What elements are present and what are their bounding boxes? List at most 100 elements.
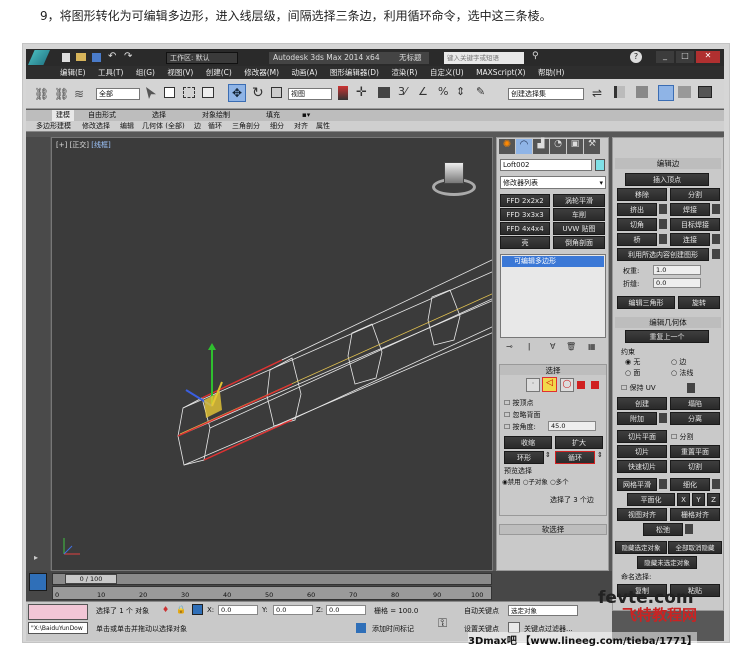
layer-icon[interactable] bbox=[636, 86, 648, 98]
hierarchy-tab-icon[interactable]: ▟ bbox=[533, 139, 549, 154]
search-input[interactable]: 键入关键字或短语 bbox=[444, 52, 524, 64]
preserve-uv-settings-icon[interactable] bbox=[687, 383, 695, 393]
hide-selected-button[interactable]: 隐藏选定对象 bbox=[615, 541, 667, 554]
split-button[interactable]: 分割 bbox=[670, 188, 720, 201]
isolate-icon[interactable]: ♦ bbox=[162, 605, 169, 614]
connect-button[interactable]: 连接 bbox=[670, 233, 710, 246]
configure-sets-icon[interactable]: ▦ bbox=[588, 342, 596, 351]
weight-spinner[interactable]: 1.0 bbox=[653, 265, 701, 275]
pin-stack-icon[interactable]: ⊸ bbox=[506, 342, 513, 351]
unlink-icon[interactable]: ⛓ bbox=[54, 87, 69, 101]
time-tag-icon[interactable] bbox=[356, 623, 366, 633]
ribbon-options-icon[interactable]: ▪▾ bbox=[302, 110, 310, 121]
edge-mode-icon[interactable]: ◁ bbox=[542, 377, 557, 392]
ribbon-subdivision[interactable]: 细分 bbox=[270, 121, 284, 132]
align-icon[interactable] bbox=[614, 86, 625, 98]
modifier-list-dropdown[interactable]: 修改器列表 ▾ bbox=[500, 176, 606, 189]
grid-align-button[interactable]: 栅格对齐 bbox=[670, 508, 720, 521]
quickslice-button[interactable]: 快速切片 bbox=[617, 460, 667, 473]
crease-spinner[interactable]: 0.0 bbox=[653, 278, 701, 288]
create-shape-button[interactable]: 利用所选内容创建图形 bbox=[617, 248, 709, 261]
ribbon-properties[interactable]: 属性 bbox=[316, 121, 330, 132]
shrink-button[interactable]: 收缩 bbox=[504, 436, 552, 449]
repeat-last-button[interactable]: 重复上一个 bbox=[625, 330, 709, 343]
meshsmooth-button[interactable]: 网格平滑 bbox=[617, 478, 657, 491]
viewport[interactable]: [+] [正交] [线框] bbox=[51, 137, 493, 571]
select-object-icon[interactable] bbox=[146, 87, 156, 99]
bridge-button[interactable]: 桥 bbox=[617, 233, 657, 246]
relax-button[interactable]: 松弛 bbox=[643, 523, 683, 536]
border-mode-icon[interactable]: ◯ bbox=[560, 378, 574, 392]
viewcube[interactable] bbox=[432, 160, 476, 200]
ribbon-tab-modeling[interactable]: 建模 bbox=[52, 110, 74, 121]
redo-icon[interactable]: ↷ bbox=[124, 51, 132, 62]
loop-button[interactable]: 循环 bbox=[555, 451, 595, 464]
menu-views[interactable]: 视图(V) bbox=[167, 66, 193, 79]
ribbon-loops[interactable]: 循环 bbox=[208, 121, 222, 132]
search-icon[interactable]: ⚲ bbox=[532, 51, 539, 61]
hide-unselected-button[interactable]: 隐藏未选定对象 bbox=[637, 556, 697, 569]
save-icon[interactable] bbox=[92, 53, 101, 62]
stack-item-editable-poly[interactable]: 可编辑多边形 bbox=[502, 256, 604, 267]
curve-editor-icon[interactable] bbox=[658, 85, 674, 101]
edit-named-sel-icon[interactable]: ✎ bbox=[476, 85, 485, 98]
make-planar-button[interactable]: 平面化 bbox=[627, 493, 675, 506]
mini-listener-icon[interactable] bbox=[29, 573, 47, 591]
element-mode-icon[interactable] bbox=[591, 381, 599, 389]
object-color-swatch[interactable] bbox=[595, 159, 605, 171]
mod-ffd3-button[interactable]: FFD 3x3x3 bbox=[500, 208, 550, 221]
slice-plane-button[interactable]: 切片平面 bbox=[617, 430, 667, 443]
window-crossing-icon[interactable] bbox=[202, 87, 214, 98]
mod-ffd4-button[interactable]: FFD 4x4x4 bbox=[500, 222, 550, 235]
menu-edit[interactable]: 编辑(E) bbox=[60, 66, 86, 79]
mod-turbosmooth-button[interactable]: 涡轮平滑 bbox=[553, 194, 605, 207]
lock-selection-icon[interactable]: 🔒 bbox=[176, 605, 186, 614]
selection-filter-dropdown[interactable]: 全部 bbox=[96, 88, 140, 100]
chamfer-button[interactable]: 切角 bbox=[617, 218, 657, 231]
key-icon[interactable]: ⚿ bbox=[438, 616, 447, 631]
tessellate-settings-icon[interactable] bbox=[712, 479, 720, 489]
extrude-settings-icon[interactable] bbox=[659, 204, 667, 214]
ignore-backface-checkbox[interactable]: ☐ bbox=[504, 411, 513, 419]
target-weld-button[interactable]: 目标焊接 bbox=[670, 218, 720, 231]
rect-select-icon[interactable] bbox=[183, 87, 195, 98]
planar-x-button[interactable]: X bbox=[677, 493, 690, 506]
mod-bevel-profile-button[interactable]: 倒角剖面 bbox=[553, 236, 605, 249]
ribbon-triangulation[interactable]: 三角剖分 bbox=[232, 121, 260, 132]
scale-icon[interactable] bbox=[271, 87, 282, 98]
pivot-icon[interactable] bbox=[338, 86, 348, 100]
selection-title[interactable]: 选择 bbox=[500, 365, 606, 375]
move-icon[interactable]: ✥ bbox=[228, 84, 246, 102]
ribbon-polygon-modeling[interactable]: 多边形建模 bbox=[36, 121, 71, 132]
preserve-uv-checkbox[interactable]: ☐ bbox=[621, 384, 630, 392]
percent-snap-icon[interactable]: % bbox=[438, 85, 448, 98]
mod-lathe-button[interactable]: 车削 bbox=[553, 208, 605, 221]
soft-selection-rollout[interactable]: 软选择 bbox=[499, 524, 607, 535]
create-tab-icon[interactable]: ✺ bbox=[499, 139, 515, 154]
relax-settings-icon[interactable] bbox=[685, 524, 693, 534]
ring-spinner-icon[interactable]: ⇕ bbox=[545, 451, 551, 459]
planar-y-button[interactable]: Y bbox=[692, 493, 705, 506]
track-bar[interactable]: 0 10 20 30 40 50 60 70 80 90 100 bbox=[52, 586, 492, 600]
loop-spinner-icon[interactable]: ⇕ bbox=[597, 451, 603, 459]
spinner-snap-icon[interactable]: ⇕ bbox=[456, 85, 465, 98]
edit-triangulation-button[interactable]: 编辑三角形 bbox=[617, 296, 675, 309]
detach-button[interactable]: 分离 bbox=[670, 412, 720, 425]
cut-button[interactable]: 切割 bbox=[670, 460, 720, 473]
mod-ffd2-button[interactable]: FFD 2x2x2 bbox=[500, 194, 550, 207]
collapse-button[interactable]: 塌陷 bbox=[670, 397, 720, 410]
render-frame-icon[interactable] bbox=[698, 86, 712, 98]
motion-tab-icon[interactable]: ◔ bbox=[550, 139, 566, 154]
menu-create[interactable]: 创建(C) bbox=[206, 66, 232, 79]
manipulate-icon[interactable]: ✛ bbox=[356, 85, 367, 100]
ribbon-geometry-all[interactable]: 几何体 (全部) bbox=[142, 121, 185, 132]
ref-coord-dropdown[interactable]: 视图 bbox=[288, 88, 332, 100]
menu-tools[interactable]: 工具(T) bbox=[98, 66, 123, 79]
z-coord-field[interactable]: 0.0 bbox=[326, 605, 366, 615]
menu-customize[interactable]: 自定义(U) bbox=[430, 66, 464, 79]
extrude-button[interactable]: 挤出 bbox=[617, 203, 657, 216]
selected-dropdown[interactable]: 选定对象 bbox=[508, 605, 578, 616]
snap-icon[interactable]: 3⁄ bbox=[398, 85, 407, 98]
select-by-name-icon[interactable] bbox=[164, 87, 175, 98]
x-coord-field[interactable]: 0.0 bbox=[218, 605, 258, 615]
